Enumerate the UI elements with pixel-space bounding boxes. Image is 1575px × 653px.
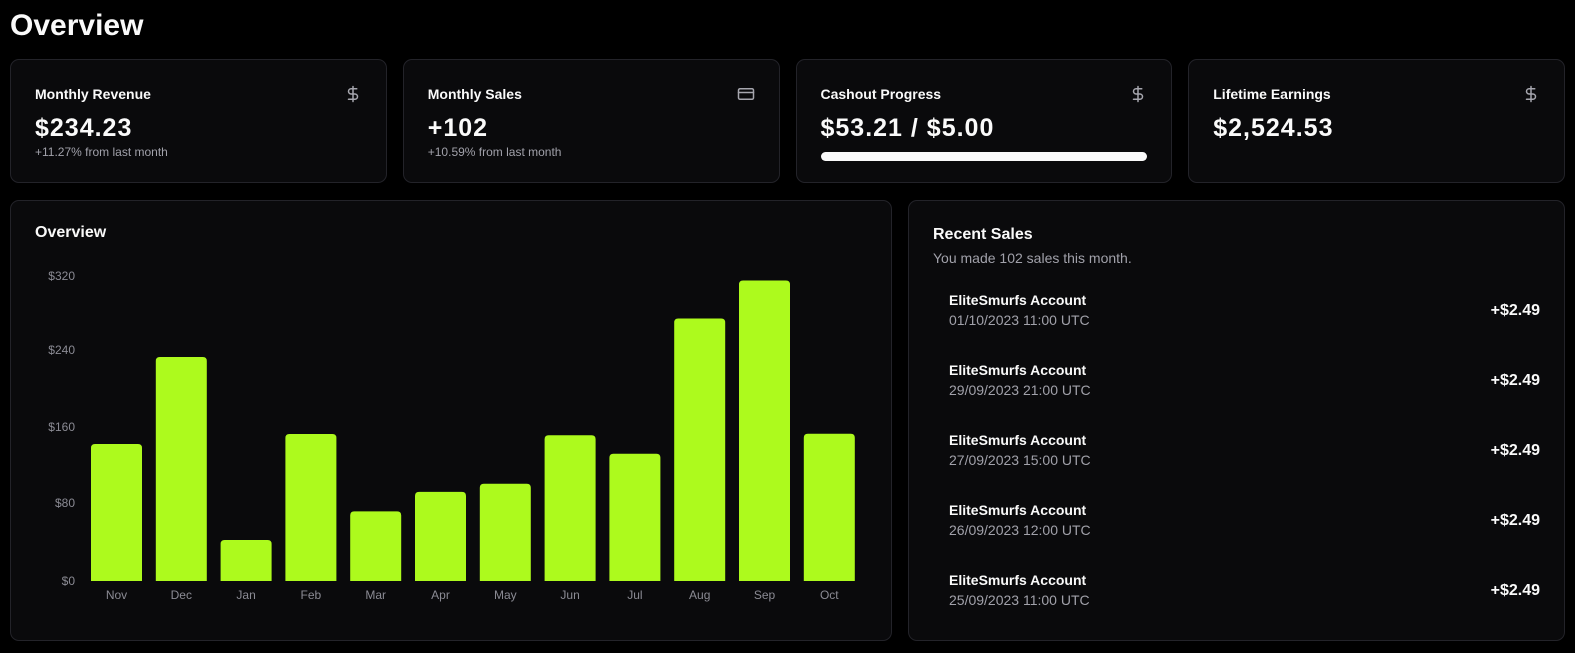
svg-text:$240: $240 — [48, 343, 75, 357]
svg-text:Dec: Dec — [171, 588, 192, 602]
svg-text:Jun: Jun — [560, 588, 579, 602]
svg-text:Aug: Aug — [689, 588, 710, 602]
svg-text:Nov: Nov — [106, 588, 127, 602]
svg-text:Sep: Sep — [754, 588, 776, 602]
svg-text:Jan: Jan — [236, 588, 255, 602]
svg-text:Jul: Jul — [627, 588, 642, 602]
svg-text:Apr: Apr — [431, 588, 450, 602]
svg-text:May: May — [494, 588, 517, 602]
svg-text:Mar: Mar — [365, 588, 386, 602]
svg-text:$0: $0 — [62, 574, 76, 588]
svg-text:$320: $320 — [48, 269, 75, 283]
svg-text:Oct: Oct — [820, 588, 839, 602]
svg-text:$80: $80 — [55, 496, 75, 510]
svg-text:Feb: Feb — [301, 588, 322, 602]
svg-text:$160: $160 — [48, 420, 75, 434]
